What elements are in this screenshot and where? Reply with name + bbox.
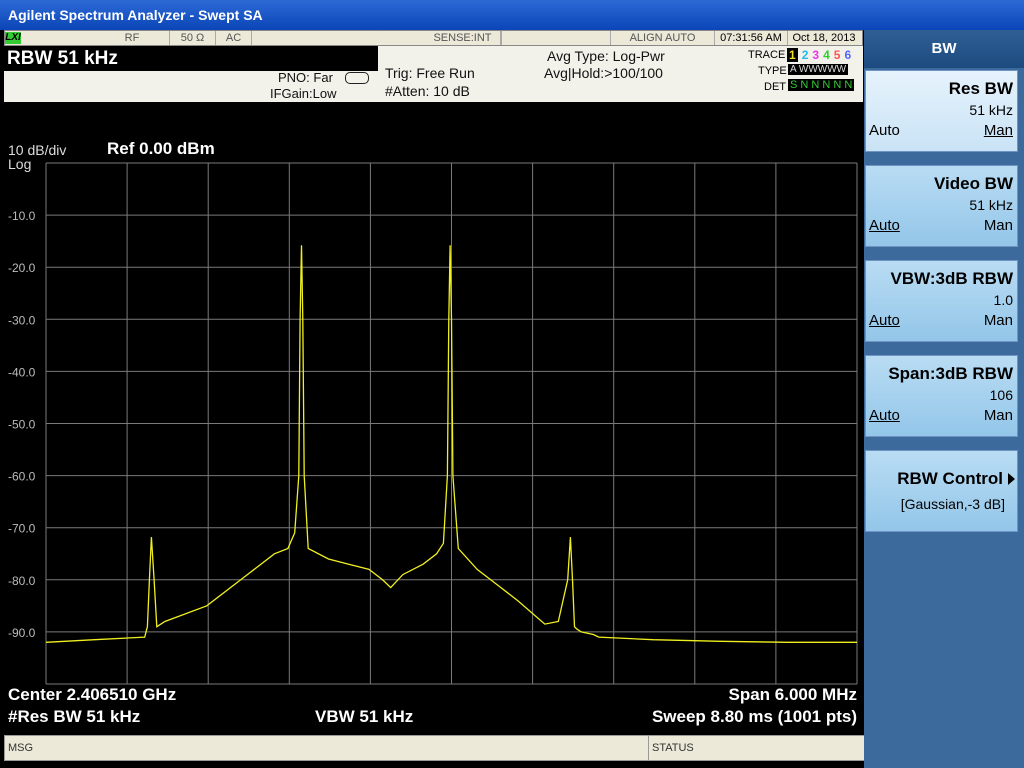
softkey-menu-title: BW <box>864 30 1024 68</box>
vbw-rbw-ratio-auto[interactable]: Auto <box>869 312 900 329</box>
span-rbw-ratio-auto[interactable]: Auto <box>869 407 900 424</box>
trace-number-6[interactable]: 6 <box>844 48 851 62</box>
res-bw-man[interactable]: Man <box>984 122 1013 139</box>
rbw-control-softkey[interactable]: RBW Control [Gaussian,-3 dB] <box>865 450 1018 532</box>
det-values: S N N N N N <box>788 79 855 91</box>
vbw-rbw-ratio-softkey[interactable]: VBW:3dB RBW 1.0 Auto Man <box>865 260 1018 342</box>
window-title-bar: Agilent Spectrum Analyzer - Swept SA <box>0 0 1024 30</box>
vbw-rbw-ratio-label: VBW:3dB RBW <box>890 269 1013 288</box>
sense-indicator: SENSE:INT <box>425 31 501 45</box>
softkey-panel: BW Res BW 51 kHz Auto Man Video BW 51 kH… <box>864 30 1024 768</box>
res-bw-auto[interactable]: Auto <box>869 122 900 139</box>
y-tick-label: -20.0 <box>8 261 36 275</box>
msg-label: MSG <box>8 742 34 754</box>
pno-readout: PNO: Far <box>278 70 333 85</box>
y-tick-label: -60.0 <box>8 470 36 484</box>
y-tick-label: -30.0 <box>8 313 36 327</box>
center-frequency: Center 2.406510 GHz <box>8 685 177 704</box>
trigger-icon <box>345 72 369 84</box>
trace-number-3[interactable]: 3 <box>812 48 819 62</box>
submenu-arrow-icon <box>1008 473 1015 485</box>
video-bw-man[interactable]: Man <box>984 217 1013 234</box>
atten-readout: #Atten: 10 dB <box>385 83 470 99</box>
avg-hold-readout: Avg|Hold:>100/100 <box>544 65 663 81</box>
span-rbw-ratio-label: Span:3dB RBW <box>888 364 1013 383</box>
res-bw-softkey[interactable]: Res BW 51 kHz Auto Man <box>865 70 1018 152</box>
trig-readout: Trig: Free Run <box>385 65 475 81</box>
rbw-control-value: [Gaussian,-3 dB] <box>900 496 1005 512</box>
type-label: TYPE <box>758 65 787 77</box>
video-bw-value: 51 kHz <box>969 197 1013 213</box>
lxi-icon: LXI <box>5 32 21 44</box>
impedance-indicator: 50 Ω <box>170 31 216 45</box>
trace-number-2[interactable]: 2 <box>802 48 809 62</box>
trace-number-4[interactable]: 4 <box>823 48 830 62</box>
video-bw-label: Video BW <box>933 174 1013 193</box>
res-bw-value: 51 kHz <box>969 102 1013 118</box>
align-indicator: ALIGN AUTO <box>611 31 715 45</box>
rbw-active-function: RBW 51 kHz <box>4 46 378 71</box>
video-bw-auto[interactable]: Auto <box>869 217 900 234</box>
rbw-readout: RBW 51 kHz <box>7 48 118 69</box>
res-bw-readout: #Res BW 51 kHz <box>8 707 141 726</box>
span-rbw-ratio-man[interactable]: Man <box>984 407 1013 424</box>
coupling-indicator: AC <box>216 31 252 45</box>
spectrum-chart: -10.0 -20.0 -30.0 -40.0 -50.0 -60.0 -70.0 -80.0… <box>8 162 858 685</box>
rbw-control-label: RBW Control <box>897 469 1003 488</box>
rf-input-indicator: RF <box>95 31 170 45</box>
plot-area: 10 dB/div Log Ref 0.00 dBm -10.0 -20.0 -30… <box>4 102 863 732</box>
vbw-rbw-ratio-value: 1.0 <box>993 292 1013 308</box>
y-tick-label: -40.0 <box>8 365 36 379</box>
video-bw-softkey[interactable]: Video BW 51 kHz Auto Man <box>865 165 1018 247</box>
trace-label: TRACE <box>748 49 786 61</box>
span-readout: Span 6.000 MHz <box>728 685 858 704</box>
message-divider <box>648 736 649 760</box>
measurement-header: RBW 51 kHz PNO: Far IFGain:Low Trig: Fre… <box>4 46 863 102</box>
clock-date: Oct 18, 2013 <box>792 32 856 44</box>
status-row: LXI RF 50 Ω AC SENSE:INT ALIGN AUTO 07:3… <box>4 30 863 46</box>
sweep-readout: Sweep 8.80 ms (1001 pts) <box>651 707 857 726</box>
span-rbw-ratio-softkey[interactable]: Span:3dB RBW 106 Auto Man <box>865 355 1018 437</box>
ifgain-readout: IFGain:Low <box>270 86 337 101</box>
trace-number-5[interactable]: 5 <box>834 48 841 62</box>
window-title: Agilent Spectrum Analyzer - Swept SA <box>8 7 263 23</box>
y-tick-label: -70.0 <box>8 522 36 536</box>
status-spacer-2 <box>501 31 611 45</box>
y-tick-label: -90.0 <box>8 626 36 640</box>
res-bw-label: Res BW <box>948 79 1013 98</box>
trace-number-1[interactable]: 1 <box>787 48 798 62</box>
span-rbw-ratio-value: 106 <box>989 387 1013 403</box>
det-label: DET <box>764 81 786 93</box>
y-tick-label: -50.0 <box>8 418 36 432</box>
trace-numbers[interactable]: 123456 <box>787 48 855 62</box>
y-tick-label: -80.0 <box>8 574 36 588</box>
y-tick-label: -10.0 <box>8 209 36 223</box>
trace-types: A WWWWW <box>788 64 849 75</box>
vbw-rbw-ratio-man[interactable]: Man <box>984 312 1013 329</box>
clock-time: 07:31:56 AM <box>715 31 788 45</box>
vbw-readout: VBW 51 kHz <box>315 707 414 726</box>
avg-type-readout: Avg Type: Log-Pwr <box>547 48 665 64</box>
status-label: STATUS <box>652 742 694 754</box>
